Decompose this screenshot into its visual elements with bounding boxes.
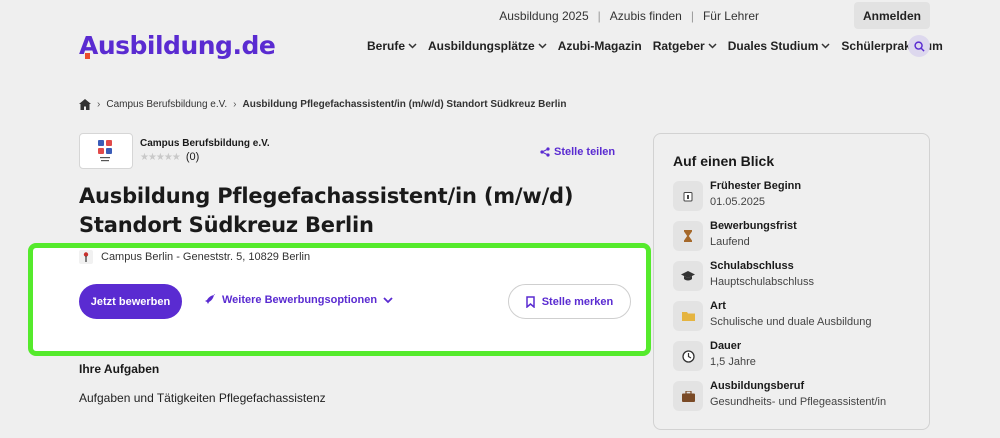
glance-label: Ausbildungsberuf xyxy=(710,380,805,392)
glance-value: Laufend xyxy=(710,236,750,248)
share-button[interactable]: Stelle teilen xyxy=(540,146,615,158)
save-label: Stelle merken xyxy=(541,295,614,308)
top-links: Ausbildung 2025 | Azubis finden | Für Le… xyxy=(490,9,768,23)
glance-label: Bewerbungsfrist xyxy=(710,220,797,232)
glance-value: Schulische und duale Ausbildung xyxy=(710,316,872,328)
chevron-down-icon xyxy=(383,296,393,303)
folder-icon xyxy=(673,301,703,331)
top-bar: Ausbildung 2025 | Azubis finden | Für Le… xyxy=(0,0,1000,32)
chevron-down-icon xyxy=(408,43,417,49)
section-text: Aufgaben und Tätigkeiten Pflegefachassis… xyxy=(79,391,326,405)
company-name[interactable]: Campus Berufsbildung e.V. xyxy=(140,138,270,149)
glance-item-duration: Dauer 1,5 Jahre xyxy=(673,340,923,374)
bookmark-icon xyxy=(525,295,535,308)
nav-item-ratgeber[interactable]: Ratgeber xyxy=(653,39,717,53)
breadcrumb-company[interactable]: Campus Berufsbildung e.V. xyxy=(106,99,227,110)
rating-count: (0) xyxy=(185,151,200,163)
glance-value: Gesundheits- und Pflegeassistent/in xyxy=(710,396,887,408)
glance-title: Auf einen Blick xyxy=(673,153,775,169)
clock-icon xyxy=(673,341,703,371)
nav-item-berufe[interactable]: Berufe xyxy=(367,39,417,53)
chevron-down-icon xyxy=(538,43,547,49)
glance-item-deadline: Bewerbungsfrist Laufend xyxy=(673,220,923,254)
section-title: Ihre Aufgaben xyxy=(79,362,160,376)
calendar-icon xyxy=(673,181,703,211)
company-rating: ★★★★★ (0) xyxy=(140,151,199,163)
glance-label: Art xyxy=(710,300,726,312)
breadcrumb-separator: › xyxy=(233,99,237,110)
glance-label: Dauer xyxy=(710,340,742,352)
glance-value: 01.05.2025 xyxy=(710,196,766,208)
breadcrumb-separator: › xyxy=(97,99,101,110)
nav-label: Duales Studium xyxy=(727,39,819,53)
breadcrumb-current: Ausbildung Pflegefachassistent/in (m/w/d… xyxy=(242,99,567,110)
nav-item-ausbildungsplaetze[interactable]: Ausbildungsplätze xyxy=(428,39,547,53)
rating-stars: ★★★★★ xyxy=(140,151,181,163)
save-job-button[interactable]: Stelle merken xyxy=(508,284,631,319)
share-label: Stelle teilen xyxy=(554,146,616,158)
home-icon[interactable] xyxy=(79,99,91,110)
map-pin-icon xyxy=(79,250,93,264)
glance-label: Schulabschluss xyxy=(710,260,794,272)
nav-label: Ratgeber xyxy=(652,39,705,53)
glance-item-start: Frühester Beginn 01.05.2025 xyxy=(673,180,923,214)
rocket-icon xyxy=(205,294,215,304)
chevron-down-icon xyxy=(821,43,830,49)
hourglass-icon xyxy=(673,221,703,251)
top-link-azubis-finden[interactable]: Azubis finden xyxy=(601,9,691,23)
top-link-fuer-lehrer[interactable]: Für Lehrer xyxy=(694,9,768,23)
company-logo[interactable] xyxy=(79,133,133,169)
top-link-ausbildung-2025[interactable]: Ausbildung 2025 xyxy=(490,9,597,23)
logo-accent-mark xyxy=(85,53,90,59)
glance-item-school: Schulabschluss Hauptschulabschluss xyxy=(673,260,923,294)
apply-button[interactable]: Jetzt bewerben xyxy=(79,284,182,319)
nav-label: Azubi-Magazin xyxy=(557,39,642,53)
nav-label: Ausbildungsplätze xyxy=(428,39,535,53)
briefcase-icon xyxy=(673,381,703,411)
company-logo-graphic xyxy=(98,140,112,162)
login-button[interactable]: Anmelden xyxy=(854,2,930,29)
graduation-cap-icon xyxy=(673,261,703,291)
glance-value: 1,5 Jahre xyxy=(710,356,756,368)
search-button[interactable] xyxy=(908,35,930,57)
chevron-down-icon xyxy=(708,43,717,49)
more-apply-options-button[interactable]: Weitere Bewerbungsoptionen xyxy=(204,294,393,306)
page-title: Ausbildung Pflegefachassistent/in (m/w/d… xyxy=(79,184,574,237)
more-options-label: Weitere Bewerbungsoptionen xyxy=(222,294,378,306)
share-icon xyxy=(540,147,550,157)
nav-label: Berufe xyxy=(367,39,406,53)
location-text: Campus Berlin - Geneststr. 5, 10829 Berl… xyxy=(101,251,311,263)
search-icon xyxy=(913,40,925,52)
glance-value: Hauptschulabschluss xyxy=(710,276,814,288)
glance-item-type: Art Schulische und duale Ausbildung xyxy=(673,300,923,334)
job-location: Campus Berlin - Geneststr. 5, 10829 Berl… xyxy=(79,250,310,264)
at-a-glance-card: Auf einen Blick Frühester Beginn 01.05.2… xyxy=(653,133,930,430)
main-nav: Berufe Ausbildungsplätze Azubi-Magazin R… xyxy=(367,39,954,53)
glance-item-profession: Ausbildungsberuf Gesundheits- und Pflege… xyxy=(673,380,923,414)
glance-label: Frühester Beginn xyxy=(710,180,802,192)
nav-item-azubi-magazin[interactable]: Azubi-Magazin xyxy=(558,39,642,53)
site-logo[interactable]: Ausbildung.de xyxy=(79,31,276,60)
nav-item-duales-studium[interactable]: Duales Studium xyxy=(728,39,831,53)
breadcrumb: › Campus Berufsbildung e.V. › Ausbildung… xyxy=(79,99,566,110)
logo-text: Ausbildung.de xyxy=(79,31,276,60)
